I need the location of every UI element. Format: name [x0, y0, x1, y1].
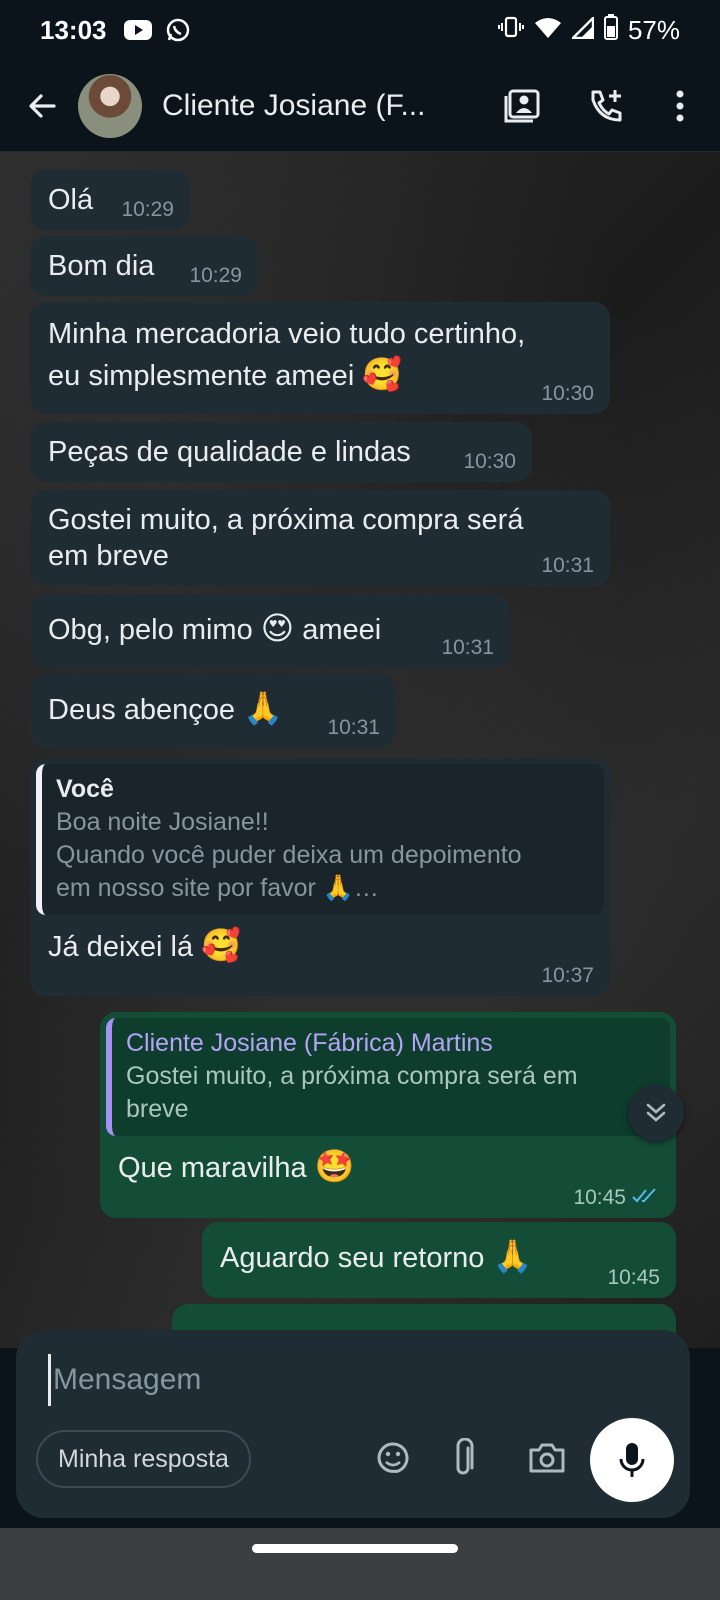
status-bar: 13:03 57% [0, 0, 720, 60]
quote-author: Cliente Josiane (Fábrica) Martins [126, 1029, 493, 1057]
message-text: em breve [48, 540, 169, 572]
message-time: 10:31 [541, 554, 594, 577]
message-time: 10:45 [607, 1266, 660, 1289]
status-time: 13:03 [40, 14, 107, 45]
quote-text: Quando você puder deixa um depoimento [56, 841, 522, 869]
battery-percent: 57% [627, 14, 680, 45]
double-chevron-down-icon [646, 1103, 666, 1122]
wifi-icon [534, 15, 562, 46]
chat-title[interactable]: Cliente Josiane (F... [162, 89, 462, 123]
mic-icon [619, 1443, 645, 1477]
message-bubble-reply-outgoing[interactable]: Cliente Josiane (Fábrica) Martins Gostei… [100, 1012, 676, 1218]
avatar[interactable] [78, 73, 142, 138]
read-ticks-icon [632, 1186, 660, 1210]
message-input[interactable] [48, 1354, 568, 1406]
message-time: 10:45 [573, 1186, 626, 1209]
message-bubble-reply[interactable]: Você Boa noite Josiane!! Quando você pud… [30, 758, 610, 996]
quote-text: Gostei muito, a próxima compra será em [126, 1062, 578, 1090]
message-time: 10:29 [121, 198, 174, 221]
attach-icon[interactable] [434, 1428, 492, 1488]
smiling-hearts-emoji-icon: 🥰 [362, 356, 403, 392]
message-bubble[interactable]: Obg, pelo mimo 😍 ameei 10:31 [30, 594, 510, 668]
message-composer: Minha resposta [16, 1330, 690, 1518]
message-time: 10:30 [463, 450, 516, 473]
quote-author: Você [56, 775, 114, 803]
praying-hands-emoji-icon: 🙏 [243, 690, 283, 726]
praying-hands-emoji-icon: 🙏 [492, 1238, 533, 1274]
message-time: 10:31 [327, 716, 380, 739]
signal-icon [570, 14, 595, 46]
add-call-icon[interactable] [576, 76, 636, 136]
mic-button[interactable] [590, 1418, 674, 1502]
message-time: 10:37 [541, 964, 594, 987]
message-time: 10:31 [441, 636, 494, 659]
message-text: Já deixei lá [48, 931, 194, 963]
message-bubble[interactable]: Minha mercadoria veio tudo certinho, eu … [30, 302, 610, 414]
back-arrow-icon[interactable] [14, 78, 70, 134]
scroll-to-bottom-button[interactable] [628, 1085, 684, 1141]
vibrate-icon [497, 15, 524, 46]
message-text: eu simplesmente ameei [48, 360, 355, 392]
message-text: Que maravilha [118, 1152, 307, 1184]
chat-area[interactable]: Olá 10:29 Bom dia 10:29 Minha mercadoria… [0, 152, 720, 1348]
battery-icon [603, 13, 618, 47]
whatsapp-icon [165, 17, 191, 43]
smiling-hearts-emoji-icon: 🥰 [201, 927, 241, 963]
contact-card-icon[interactable] [492, 76, 552, 136]
quoted-message[interactable]: Você Boa noite Josiane!! Quando você pud… [36, 764, 604, 915]
message-text: ameei [302, 614, 382, 646]
message-text: Gostei muito, a próxima compra será [48, 504, 524, 536]
message-bubble[interactable]: Gostei muito, a próxima compra será em b… [30, 490, 610, 586]
message-text: Obg, pelo mimo [48, 614, 253, 646]
message-text: Peças de qualidade e lindas [48, 436, 411, 468]
message-time: 10:29 [189, 264, 242, 287]
sticker-icon[interactable] [364, 1428, 422, 1488]
message-bubble[interactable]: Peças de qualidade e lindas 10:30 [30, 422, 532, 482]
suggestion-chip[interactable]: Minha resposta [36, 1430, 251, 1488]
message-bubble[interactable]: Aguardo seu retorno 🙏 10:45 [202, 1222, 676, 1298]
home-gesture-pill[interactable] [252, 1544, 458, 1553]
message-time: 10:30 [541, 382, 594, 405]
message-bubble[interactable]: Bom dia 10:29 [30, 236, 258, 296]
quote-text: breve [126, 1095, 189, 1123]
message-bubble[interactable]: Deus abençoe 🙏 10:31 [30, 674, 396, 748]
message-bubble[interactable]: Olá 10:29 [30, 170, 190, 230]
system-nav-bar [0, 1528, 720, 1600]
quoted-message[interactable]: Cliente Josiane (Fábrica) Martins Gostei… [106, 1018, 670, 1136]
camera-icon[interactable] [518, 1428, 576, 1488]
message-text: Aguardo seu retorno [220, 1242, 485, 1274]
quote-text: Boa noite Josiane!! [56, 808, 269, 836]
youtube-icon [123, 19, 153, 41]
more-vert-icon[interactable] [650, 76, 710, 136]
message-text: Minha mercadoria veio tudo certinho, [48, 318, 526, 350]
heart-eyes-emoji-icon: 😍 [260, 610, 295, 646]
message-text: Deus abençoe [48, 694, 236, 726]
chat-header: Cliente Josiane (F... [0, 60, 720, 152]
star-struck-emoji-icon: 🤩 [314, 1148, 355, 1184]
quote-text: em nosso site por favor 🙏… [56, 874, 379, 902]
